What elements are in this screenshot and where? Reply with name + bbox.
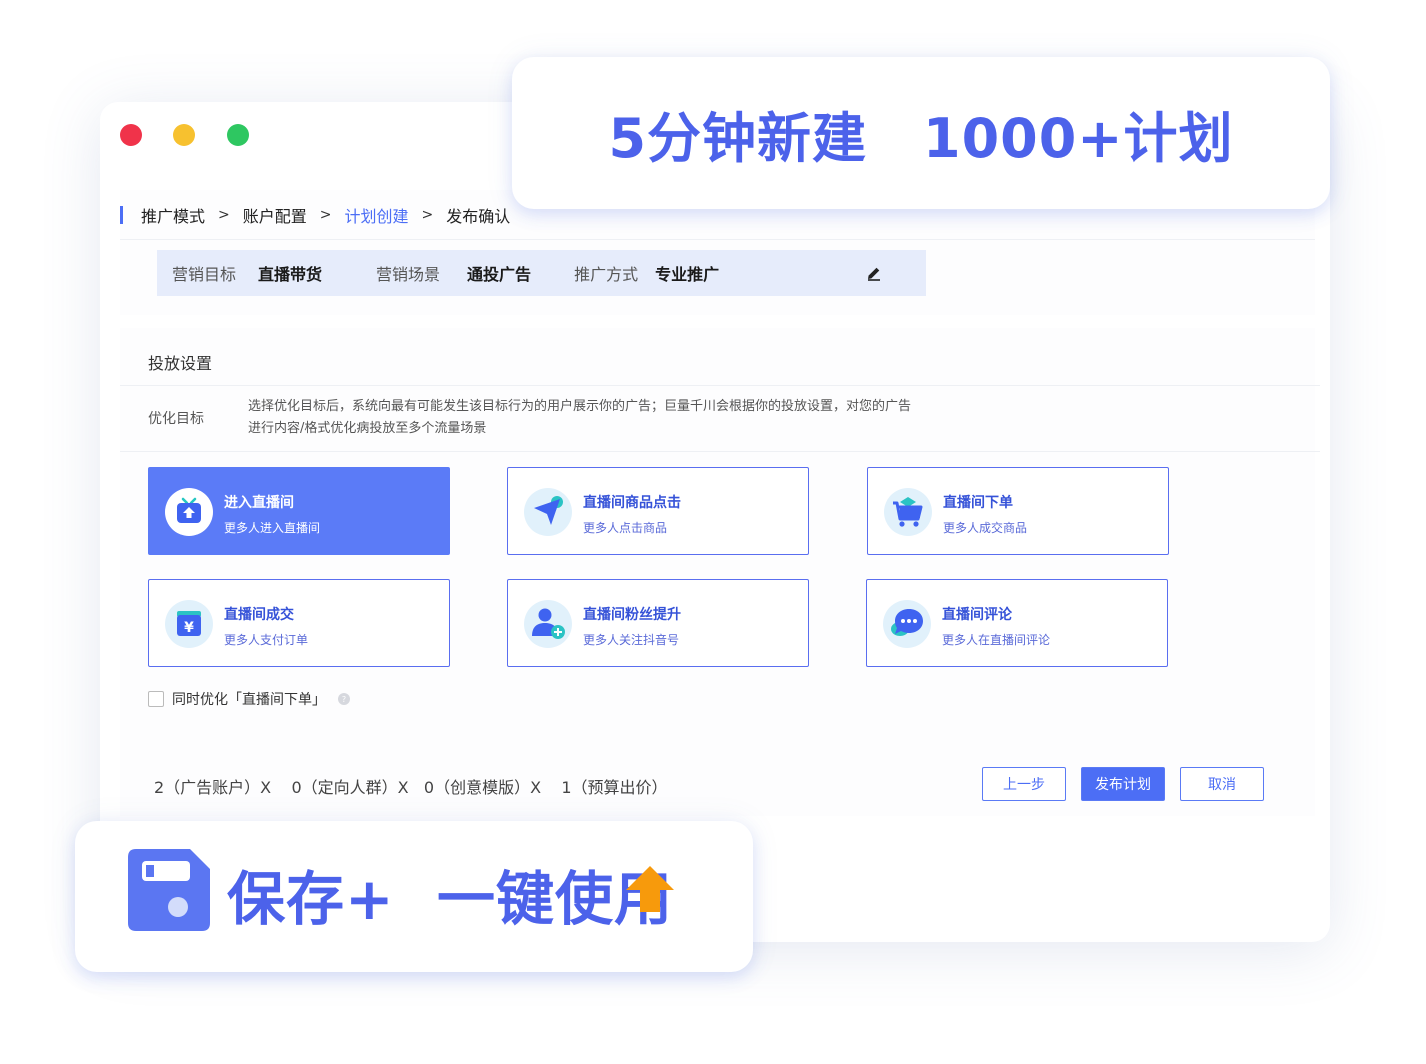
option-card-subtitle: 更多人成交商品 — [943, 521, 1028, 535]
option-card-comment[interactable]: 直播间评论 更多人在直播间评论 — [866, 579, 1168, 667]
floppy-save-icon — [128, 849, 210, 931]
shopping-cart-icon — [884, 488, 932, 536]
save-banner-text: 保存+ 一键使用 — [227, 865, 673, 933]
breadcrumb-step-publish[interactable]: 发布确认 — [446, 203, 510, 227]
cancel-button[interactable]: 取消 — [1180, 767, 1264, 801]
option-card-title: 进入直播间 — [224, 495, 294, 511]
add-user-icon — [524, 600, 572, 648]
breadcrumb-step-mode[interactable]: 推广模式 — [141, 203, 205, 227]
option-card-subtitle: 更多人点击商品 — [583, 521, 668, 535]
window-maximize-dot[interactable] — [227, 124, 249, 146]
marketing-summary-bar: 营销目标 直播带货 营销场景 通投广告 推广方式 专业推广 — [157, 250, 926, 296]
plan-count-formula: 2（广告账户）X 0（定向人群）X 0（创意模版）X 1（预算出价） — [154, 778, 668, 797]
breadcrumb-accent-bar — [120, 206, 123, 224]
section-title: 投放设置 — [148, 354, 213, 373]
tv-up-icon — [165, 488, 213, 536]
scene-label: 营销场景 — [376, 265, 441, 284]
pencil-edit-icon[interactable] — [866, 265, 882, 281]
option-card-title: 直播间下单 — [943, 495, 1013, 511]
option-card-fans[interactable]: 直播间粉丝提升 更多人关注抖音号 — [507, 579, 809, 667]
optimize-goal-label: 优化目标 — [148, 411, 204, 427]
option-card-product-click[interactable]: 直播间商品点击 更多人点击商品 — [507, 467, 809, 555]
option-card-subtitle: 更多人进入直播间 — [224, 521, 321, 535]
divider — [120, 385, 1320, 386]
headline-text-speed: 5分钟新建 — [608, 106, 868, 170]
goal-value: 直播带货 — [258, 265, 323, 284]
option-card-subtitle: 更多人关注抖音号 — [583, 633, 680, 647]
also-optimize-label: 同时优化「直播间下单」 — [172, 692, 326, 708]
chevron-right-icon: > — [218, 207, 230, 223]
breadcrumb-step-account[interactable]: 账户配置 — [243, 203, 307, 227]
goal-label: 营销目标 — [172, 265, 237, 284]
question-help-icon[interactable]: ? — [338, 693, 350, 705]
chevron-right-icon: > — [421, 207, 434, 223]
window-minimize-dot[interactable] — [173, 124, 195, 146]
breadcrumb: 推广模式 > 账户配置 > 计划创建 > 发布确认 — [120, 203, 510, 227]
option-card-live-order[interactable]: 直播间下单 更多人成交商品 — [867, 467, 1169, 555]
prev-step-button[interactable]: 上一步 — [982, 767, 1066, 801]
option-card-title: 直播间粉丝提升 — [583, 607, 681, 623]
option-card-subtitle: 更多人在直播间评论 — [942, 633, 1051, 647]
option-card-subtitle: 更多人支付订单 — [224, 633, 309, 647]
option-card-title: 直播间评论 — [942, 607, 1012, 623]
divider — [120, 451, 1320, 452]
headline-card: 5分钟新建 1000+计划 — [512, 57, 1330, 209]
option-card-enter-live[interactable]: 进入直播间 更多人进入直播间 — [148, 467, 450, 555]
option-card-live-deal[interactable]: ¥ 直播间成交 更多人支付订单 — [148, 579, 450, 667]
yuan-payment-icon: ¥ — [165, 600, 213, 648]
option-card-title: 直播间商品点击 — [583, 495, 681, 511]
optimize-goal-description: 选择优化目标后，系统向最有可能发生该目标行为的用户展示你的广告；巨量千川会根据你… — [248, 399, 912, 436]
svg-text:¥: ¥ — [184, 620, 194, 636]
option-card-title: 直播间成交 — [224, 607, 294, 623]
method-label: 推广方式 — [574, 265, 639, 284]
divider — [120, 239, 1315, 240]
window-close-dot[interactable] — [120, 124, 142, 146]
also-optimize-row[interactable]: 同时优化「直播间下单」 — [148, 689, 326, 709]
method-value: 专业推广 — [655, 265, 720, 284]
breadcrumb-step-plan-create[interactable]: 计划创建 — [345, 203, 409, 227]
headline-text-count: 1000+计划 — [923, 106, 1234, 170]
chat-bubble-icon — [883, 600, 931, 648]
arrow-up-icon — [626, 866, 674, 912]
scene-value: 通投广告 — [467, 265, 532, 284]
also-optimize-checkbox[interactable] — [148, 691, 164, 707]
cursor-click-icon — [524, 488, 572, 536]
svg-text:?: ? — [342, 695, 346, 704]
chevron-right-icon: > — [319, 207, 332, 223]
publish-plan-button[interactable]: 发布计划 — [1081, 767, 1165, 801]
